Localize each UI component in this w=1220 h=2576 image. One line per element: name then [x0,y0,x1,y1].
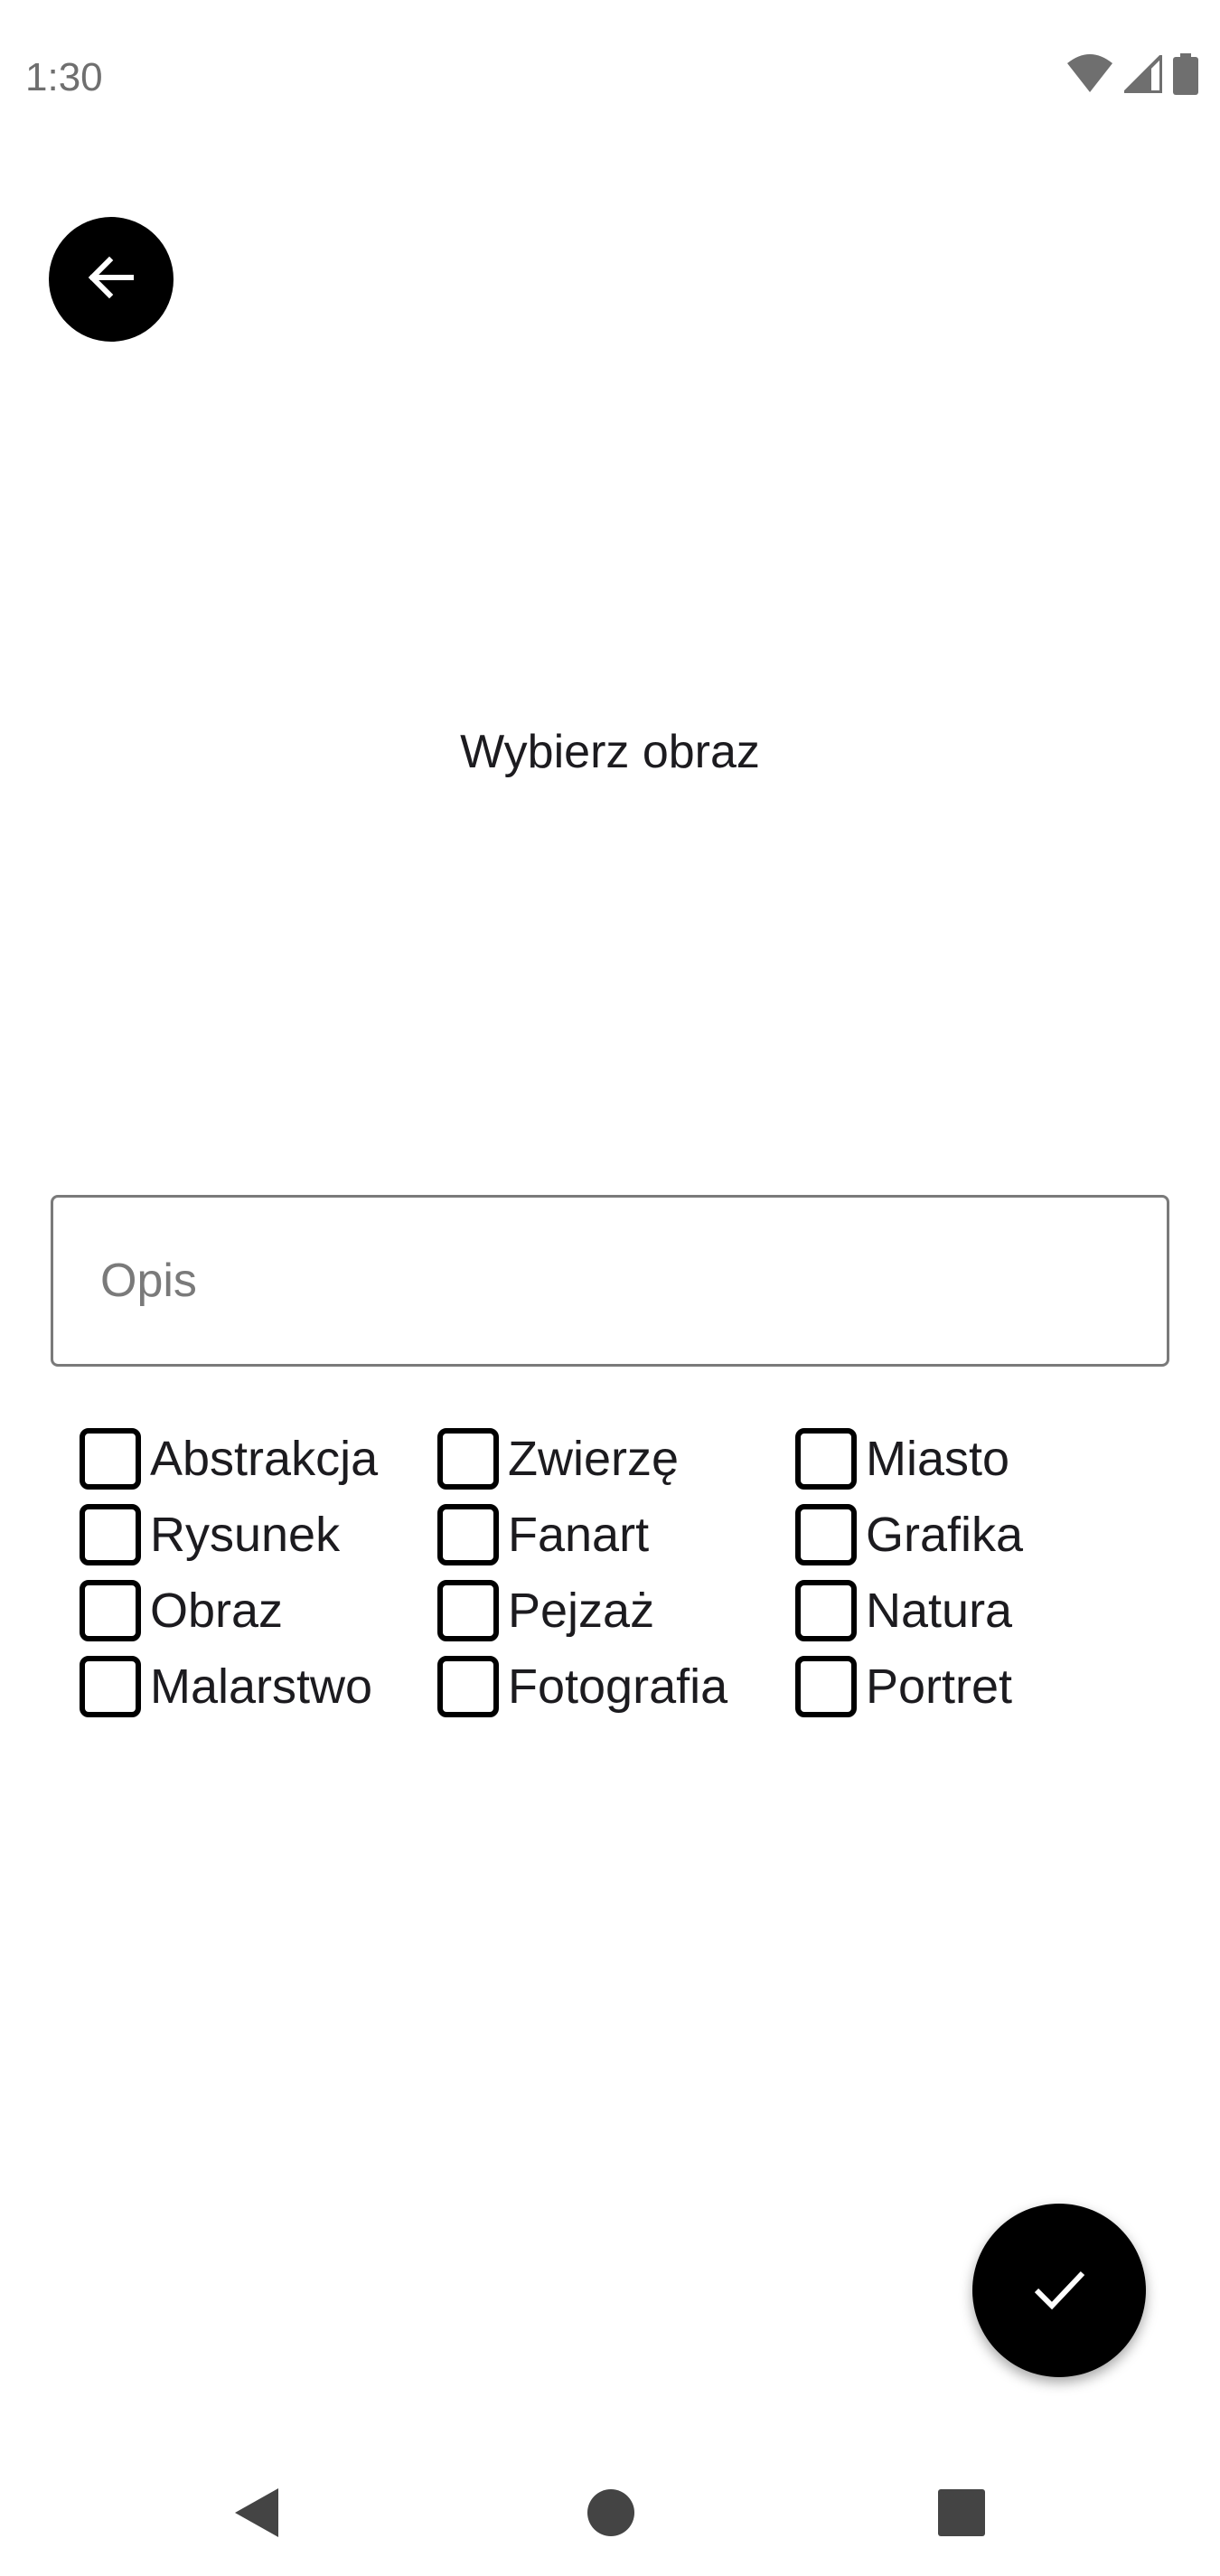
screen: 1:30 Wybierz obraz Abstrakcja Z [0,0,1220,2576]
nav-home-icon [587,2488,635,2542]
checkbox-label: Rysunek [150,1508,341,1562]
system-nav-bar [0,2440,1220,2576]
category-checkbox-miasto[interactable]: Miasto [795,1421,1153,1497]
checkbox[interactable] [795,1504,857,1565]
category-checkbox-natura[interactable]: Natura [795,1573,1153,1649]
checkbox-label: Natura [866,1584,1013,1638]
checkbox[interactable] [80,1656,141,1717]
checkbox-label: Portret [866,1659,1013,1714]
checkbox-label: Fanart [508,1508,650,1562]
checkbox[interactable] [795,1580,857,1641]
checkbox[interactable] [80,1428,141,1490]
back-button[interactable] [49,217,174,342]
battery-icon [1173,53,1198,95]
nav-home-button[interactable] [575,2478,647,2551]
nav-back-icon [233,2487,280,2543]
checkbox-label: Malarstwo [150,1659,373,1714]
nav-recents-icon [937,2488,986,2542]
checkbox[interactable] [80,1580,141,1641]
category-checkbox-obraz[interactable]: Obraz [80,1573,437,1649]
category-checkbox-pejzaz[interactable]: Pejzaż [437,1573,795,1649]
category-checkbox-rysunek[interactable]: Rysunek [80,1497,437,1573]
wifi-icon [1066,54,1113,94]
checkbox[interactable] [437,1504,499,1565]
category-checkbox-grid: Abstrakcja Zwierzę Miasto Rysunek Fanart… [80,1421,1153,1725]
category-checkbox-grafika[interactable]: Grafika [795,1497,1153,1573]
check-icon [1028,2257,1091,2325]
nav-recents-button[interactable] [925,2478,998,2551]
category-checkbox-portret[interactable]: Portret [795,1649,1153,1725]
checkbox-label: Pejzaż [508,1584,655,1638]
description-input[interactable] [53,1198,1167,1364]
category-checkbox-abstrakcja[interactable]: Abstrakcja [80,1421,437,1497]
choose-image-button[interactable]: Wybierz obraz [0,723,1220,781]
checkbox[interactable] [80,1504,141,1565]
checkbox-label: Fotografia [508,1659,728,1714]
checkbox[interactable] [437,1656,499,1717]
checkbox-label: Obraz [150,1584,284,1638]
status-icons [1066,52,1198,96]
checkbox-label: Miasto [866,1432,1010,1486]
cell-signal-icon [1124,55,1162,93]
nav-back-button[interactable] [221,2478,293,2551]
checkbox[interactable] [437,1580,499,1641]
description-field[interactable] [51,1195,1169,1367]
confirm-button[interactable] [972,2204,1146,2377]
checkbox-label: Abstrakcja [150,1432,379,1486]
status-time: 1:30 [25,55,103,99]
checkbox-label: Grafika [866,1508,1024,1562]
checkbox[interactable] [795,1656,857,1717]
arrow-back-icon [82,249,140,311]
category-checkbox-fotografia[interactable]: Fotografia [437,1649,795,1725]
category-checkbox-zwierze[interactable]: Zwierzę [437,1421,795,1497]
checkbox[interactable] [795,1428,857,1490]
checkbox-label: Zwierzę [508,1432,680,1486]
category-checkbox-fanart[interactable]: Fanart [437,1497,795,1573]
category-checkbox-malarstwo[interactable]: Malarstwo [80,1649,437,1725]
checkbox[interactable] [437,1428,499,1490]
